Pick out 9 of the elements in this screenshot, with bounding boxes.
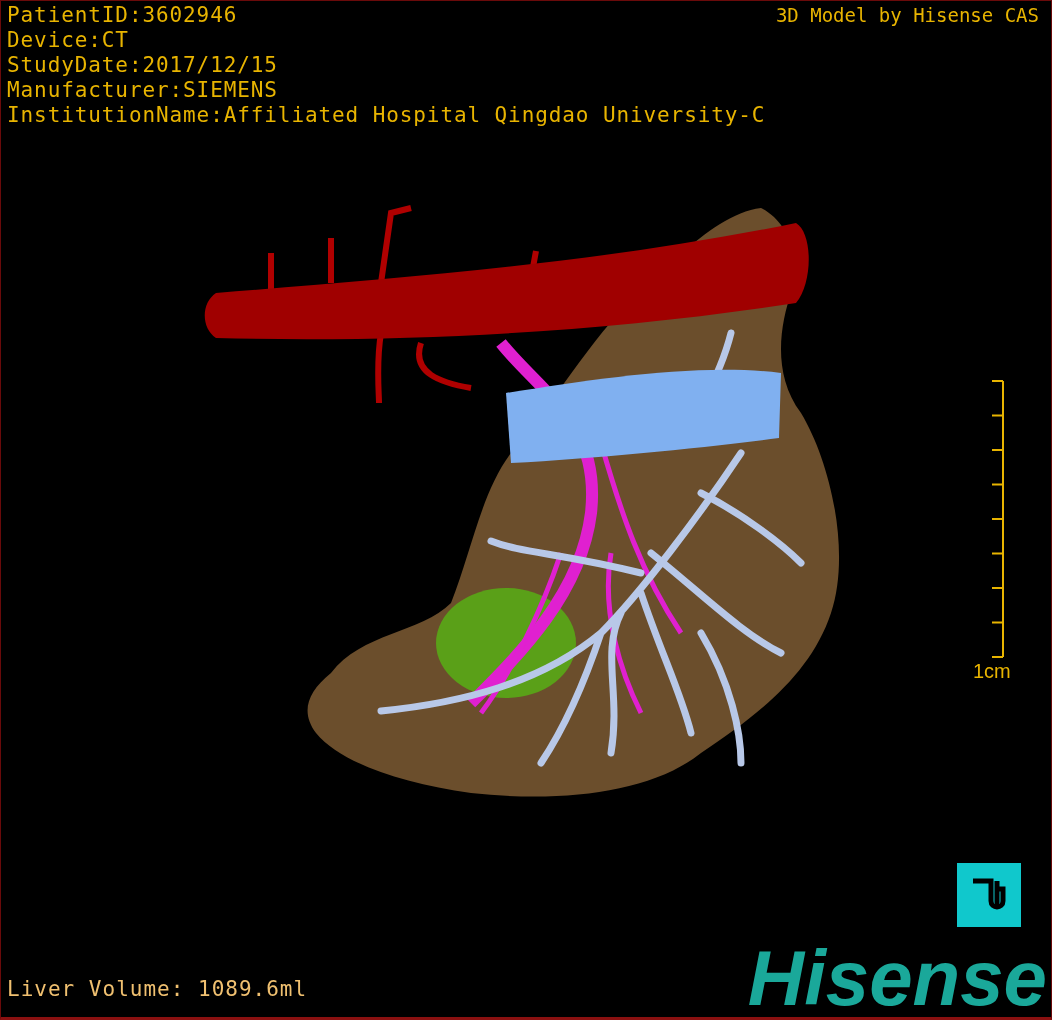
liver-volume-text: Liver Volume: 1089.6ml bbox=[7, 977, 308, 1001]
dicom-info-text: StudyDate:2017/12/15 bbox=[7, 53, 279, 78]
dicom-info-text: Device:CT bbox=[7, 28, 130, 53]
dicom-info-text: InstitutionName:Affiliated Hospital Qingdao University-C bbox=[7, 103, 766, 128]
dicom-info-text: Manufacturer:SIEMENS bbox=[7, 78, 279, 103]
dicom-info-text: PatientID:3602946 bbox=[7, 3, 239, 28]
brand-logo: Hisense bbox=[747, 943, 1048, 1013]
scale-label: 1cm bbox=[973, 660, 1011, 683]
viewer-title: 3D Model by Hisense CAS bbox=[775, 3, 1039, 28]
